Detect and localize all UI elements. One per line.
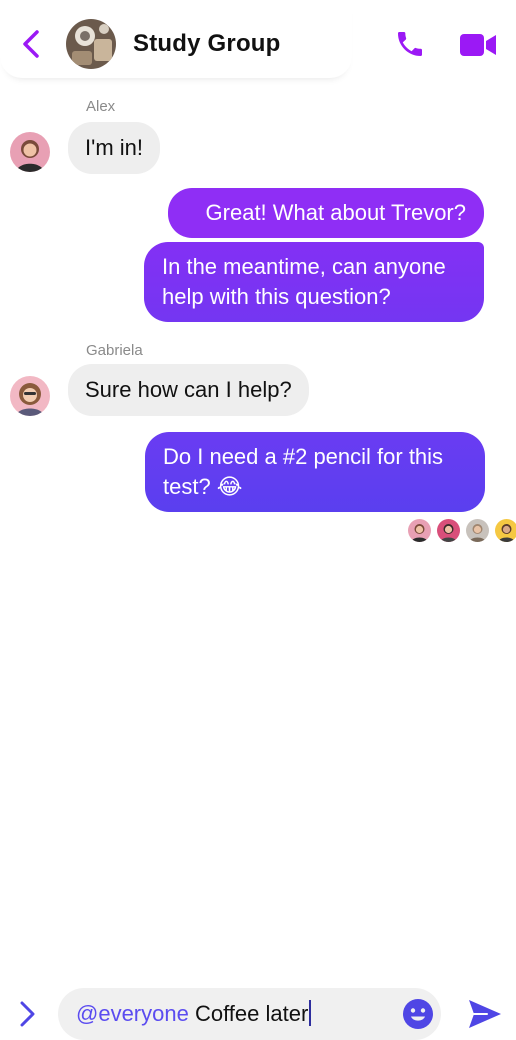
sender-name: Gabriela (86, 342, 143, 359)
seen-avatar (407, 518, 432, 543)
video-call-button[interactable] (456, 28, 500, 62)
emoji-button[interactable] (401, 997, 435, 1031)
message-bubble[interactable]: Sure how can I help? (68, 364, 309, 416)
typed-text: Coffee later (188, 1001, 309, 1026)
avatar[interactable] (10, 376, 50, 416)
message-line: help with this question? (162, 284, 391, 309)
seen-avatar (494, 518, 516, 543)
sender-name: Alex (86, 98, 116, 115)
group-avatar[interactable] (66, 19, 116, 69)
message-line: In the meantime, can anyone (162, 254, 446, 279)
message-input-text[interactable]: @everyone Coffee later (76, 1000, 312, 1028)
phone-icon (398, 32, 422, 56)
seen-avatar (465, 518, 490, 543)
text-caret (309, 1000, 312, 1026)
send-icon (469, 1000, 501, 1028)
message-bubble-outgoing[interactable]: In the meantime, can anyone help with th… (144, 242, 484, 322)
message-line: Do I need a #2 pencil for this (163, 444, 444, 469)
message-input[interactable]: @everyone Coffee later (58, 988, 441, 1040)
chevron-right-icon (20, 1001, 35, 1027)
send-button[interactable] (464, 994, 506, 1034)
message-line: Great! What about Trevor? (205, 200, 466, 225)
chat-title: Study Group (133, 30, 281, 57)
chat-header: Study Group (0, 0, 516, 84)
expand-actions-button[interactable] (12, 996, 42, 1032)
message-bubble-outgoing[interactable]: Do I need a #2 pencil for this test? 😂 (145, 432, 485, 512)
seen-avatar (436, 518, 461, 543)
video-camera-icon (460, 34, 496, 56)
mention-everyone: @everyone (76, 1001, 189, 1026)
read-receipts[interactable] (407, 518, 516, 543)
avatar[interactable] (10, 132, 50, 172)
chevron-left-icon (23, 30, 39, 58)
call-button[interactable] (392, 26, 428, 62)
message-bubble-outgoing[interactable]: Great! What about Trevor? (168, 188, 484, 238)
back-button[interactable] (14, 26, 48, 62)
message-bubble[interactable]: I'm in! (68, 122, 160, 174)
smiley-icon (403, 999, 433, 1029)
message-line: test? 😂 (163, 474, 243, 499)
